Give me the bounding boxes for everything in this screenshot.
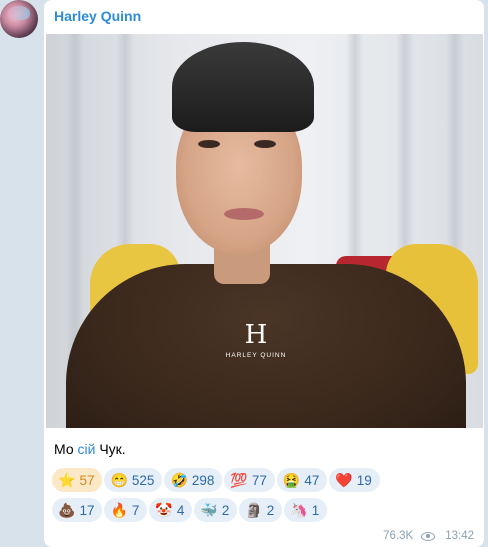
reaction-count: 57 bbox=[79, 472, 95, 488]
whale-icon: 🐳 bbox=[200, 502, 218, 518]
unicorn-icon: 🦄 bbox=[290, 502, 308, 518]
reaction-chip[interactable]: ⭐ 57 bbox=[52, 468, 103, 492]
eye-icon bbox=[421, 531, 436, 541]
reaction-count: 47 bbox=[304, 472, 320, 488]
watermark-logo: H bbox=[244, 320, 268, 350]
message-meta: 76.3K 13:42 bbox=[383, 530, 474, 542]
person-lips bbox=[224, 208, 264, 220]
reaction-chip[interactable]: 🦄 1 bbox=[284, 498, 328, 522]
right-eye bbox=[254, 140, 276, 148]
reaction-chip[interactable]: 🤣 298 bbox=[164, 468, 223, 492]
avatar[interactable] bbox=[0, 0, 38, 38]
view-count: 76.3K bbox=[383, 530, 414, 542]
rofl-icon: 🤣 bbox=[170, 472, 188, 488]
moai-icon: 🗿 bbox=[245, 502, 263, 518]
reaction-chip[interactable]: 💩 17 bbox=[52, 498, 103, 522]
reaction-chip[interactable]: 💯 77 bbox=[224, 468, 275, 492]
reaction-count: 2 bbox=[266, 502, 275, 518]
fire-icon: 🔥 bbox=[110, 502, 128, 518]
caption-link[interactable]: сій bbox=[78, 441, 96, 457]
clown-icon: 🤡 bbox=[155, 502, 173, 518]
author-name[interactable]: Harley Quinn bbox=[54, 8, 141, 24]
reaction-chip[interactable]: 🗿 2 bbox=[239, 498, 283, 522]
poo-icon: 💩 bbox=[58, 502, 76, 518]
message-photo[interactable]: H HARLEY QUINN bbox=[46, 34, 483, 428]
reaction-count: 19 bbox=[356, 472, 372, 488]
reaction-count: 298 bbox=[191, 472, 215, 488]
reaction-chip[interactable]: 🤮 47 bbox=[276, 468, 328, 492]
message-bubble: Harley Quinn H HARLEY QUINN Мо сій Чук. … bbox=[44, 0, 484, 547]
reaction-chip[interactable]: 🤡 4 bbox=[149, 498, 193, 522]
vomit-icon: 🤮 bbox=[282, 472, 301, 488]
reaction-count: 77 bbox=[251, 472, 267, 488]
reaction-count: 525 bbox=[131, 472, 155, 488]
reaction-count: 4 bbox=[176, 502, 185, 518]
reaction-count: 17 bbox=[79, 502, 95, 518]
message-time: 13:42 bbox=[445, 530, 474, 542]
person-hair bbox=[172, 42, 314, 132]
reaction-chip[interactable]: 🔥 7 bbox=[104, 498, 148, 522]
message-caption: Мо сій Чук. bbox=[54, 441, 126, 457]
caption-text-2: Чук. bbox=[95, 441, 126, 457]
heart-icon: ❤️ bbox=[335, 472, 353, 488]
left-eye bbox=[198, 140, 220, 148]
watermark-text: HARLEY QUINN bbox=[225, 352, 287, 359]
reaction-chip[interactable]: 🐳 2 bbox=[194, 498, 238, 522]
reaction-count: 2 bbox=[221, 502, 230, 518]
reaction-count: 1 bbox=[311, 502, 320, 518]
reactions-bar: ⭐ 57 😁 525 🤣 298 💯 77 🤮 47 ❤️ 19 💩 17 🔥 7 🤡 4 🐳 2 🗿 2 🦄 1 bbox=[52, 468, 452, 528]
star-icon: ⭐ bbox=[58, 472, 76, 488]
grin-icon: 😁 bbox=[110, 472, 128, 488]
reaction-chip[interactable]: 😁 525 bbox=[104, 468, 163, 492]
caption-text-1: Мо bbox=[54, 441, 78, 457]
hundred-icon: 💯 bbox=[230, 472, 248, 488]
reaction-chip[interactable]: ❤️ 19 bbox=[329, 468, 380, 492]
reaction-count: 7 bbox=[131, 502, 140, 518]
